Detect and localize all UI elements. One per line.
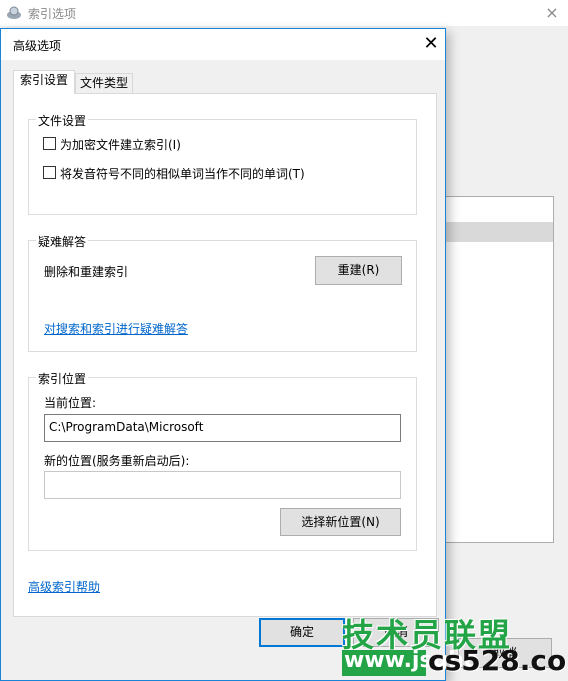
- close-icon[interactable]: ✕: [419, 33, 443, 57]
- site-watermark: 技术员联盟 www.jsgho cs528.com: [336, 608, 568, 681]
- current-location-label: 当前位置:: [44, 396, 97, 410]
- index-settings-panel: 文件设置 为加密文件建立索引(I) 将发音符号不同的相似单词当作不同的单词(T)…: [13, 93, 437, 617]
- advanced-options-dialog: 高级选项 ✕ 索引设置 文件类型 文件设置 为加密文件建立索引(I) 将发音符号…: [0, 28, 446, 681]
- select-new-location-button[interactable]: 选择新位置(N): [280, 508, 401, 536]
- dialog-title: 高级选项: [13, 39, 62, 53]
- troubleshooting-label: 疑难解答: [36, 233, 89, 250]
- background-location-list[interactable]: [440, 196, 554, 543]
- encrypted-files-checkbox[interactable]: [43, 137, 56, 150]
- current-location-field[interactable]: C:\ProgramData\Microsoft: [44, 414, 401, 442]
- ok-button[interactable]: 确定: [259, 618, 345, 647]
- encrypted-files-label[interactable]: 为加密文件建立索引(I): [60, 136, 181, 153]
- background-titlebar: 索引选项 ×: [0, 0, 568, 26]
- rebuild-button[interactable]: 重建(R): [315, 256, 402, 285]
- troubleshooting-group: 疑难解答 删除和重建索引 重建(R) 对搜索和索引进行疑难解答: [28, 233, 417, 352]
- new-location-label: 新的位置(服务重新启动后):: [44, 454, 190, 468]
- tab-file-types[interactable]: 文件类型: [75, 73, 133, 94]
- index-location-group: 索引位置 当前位置: C:\ProgramData\Microsoft 新的位置…: [28, 370, 417, 551]
- rebuild-index-text: 删除和重建索引: [44, 265, 129, 279]
- file-settings-group: 文件设置 为加密文件建立索引(I) 将发音符号不同的相似单词当作不同的单词(T): [28, 112, 417, 215]
- advanced-indexing-help-link[interactable]: 高级索引帮助: [28, 578, 100, 595]
- new-location-field[interactable]: [44, 471, 401, 499]
- watermark-url-black: cs528.com: [428, 644, 568, 677]
- tab-index-settings[interactable]: 索引设置: [13, 70, 75, 94]
- diacritics-label[interactable]: 将发音符号不同的相似单词当作不同的单词(T): [60, 165, 305, 182]
- indexing-options-icon: [7, 6, 21, 19]
- background-close-icon[interactable]: ×: [540, 2, 564, 24]
- diacritics-checkbox[interactable]: [43, 166, 56, 179]
- index-location-label: 索引位置: [36, 370, 89, 387]
- background-window-title: 索引选项: [28, 7, 77, 21]
- troubleshoot-link[interactable]: 对搜索和索引进行疑难解答: [44, 320, 188, 337]
- background-list-selected-row[interactable]: [441, 222, 553, 242]
- file-settings-label: 文件设置: [36, 112, 89, 129]
- dialog-titlebar: 高级选项 ✕: [1, 29, 445, 60]
